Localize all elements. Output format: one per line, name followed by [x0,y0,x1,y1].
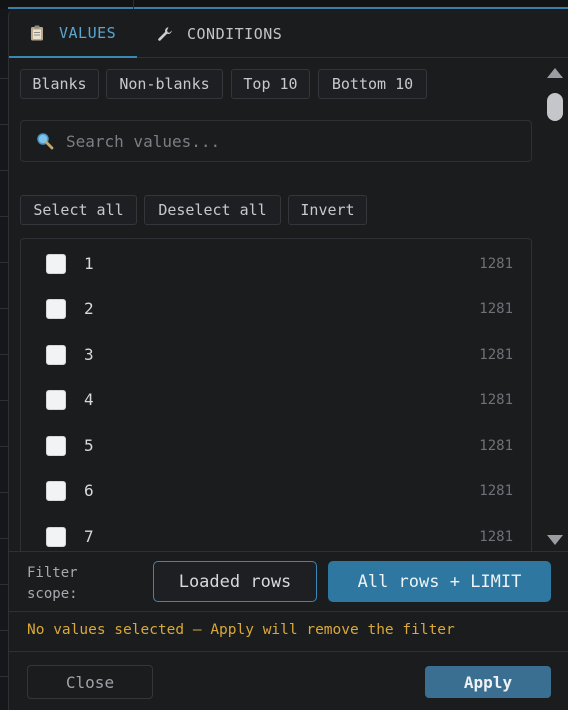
grid-line [0,216,8,217]
value-label: 6 [84,481,94,500]
values-scroll-area: Blanks Non-blanks Top 10 Bottom 10 Selec… [9,58,539,551]
grid-line [0,446,8,447]
clipboard-icon [29,25,45,41]
value-checkbox[interactable] [46,253,66,274]
vertical-scrollbar[interactable] [542,58,568,551]
tab-bar: VALUES CONDITIONS [9,10,568,58]
value-count: 1281 [479,346,513,363]
value-count: 1281 [479,437,513,454]
list-item[interactable]: 1 1281 [21,241,531,286]
search-input[interactable] [66,131,506,151]
grid-line [0,584,8,585]
grid-line [0,262,8,263]
list-item[interactable]: 7 1281 [21,514,531,551]
loaded-rows-button[interactable]: Loaded rows [153,561,317,602]
list-item[interactable]: 6 1281 [21,468,531,513]
value-checkbox[interactable] [46,344,66,365]
values-list: 1 1281 2 1281 3 1281 4 1281 5 1281 6 128… [20,238,532,551]
value-count: 1281 [479,528,513,545]
wrench-icon [157,26,173,42]
tab-values-label: VALUES [59,24,117,42]
grid-line [0,124,8,125]
grid-line [0,354,8,355]
blanks-button[interactable]: Blanks [20,69,99,99]
grid-line [0,676,8,677]
filter-scope-section: Filter scope: Loaded rows All rows + LIM… [9,551,568,612]
scrollbar-thumb[interactable] [547,93,563,121]
select-all-button[interactable]: Select all [20,195,137,225]
value-label: 5 [84,436,94,455]
search-box [20,120,532,162]
grid-line [0,170,8,171]
value-checkbox[interactable] [46,298,66,319]
background-header-strip [0,0,568,9]
invert-button[interactable]: Invert [288,195,367,225]
value-label: 4 [84,390,94,409]
filter-panel: VALUES CONDITIONS Blanks Non-blanks Top … [8,10,568,710]
deselect-all-button[interactable]: Deselect all [144,195,281,225]
all-rows-limit-button[interactable]: All rows + LIMIT [328,561,551,602]
value-count: 1281 [479,482,513,499]
value-count: 1281 [479,255,513,272]
top-10-button[interactable]: Top 10 [231,69,310,99]
tab-values[interactable]: VALUES [9,10,137,58]
background-accent-line [8,7,568,9]
filter-scope-label: Filter scope: [27,565,78,602]
close-button[interactable]: Close [27,665,153,699]
tab-conditions-label: CONDITIONS [187,25,283,43]
search-icon [36,132,54,150]
bottom-10-button[interactable]: Bottom 10 [318,69,427,99]
list-item[interactable]: 3 1281 [21,332,531,377]
tab-conditions[interactable]: CONDITIONS [157,10,282,58]
scroll-down-arrow-icon[interactable] [547,535,563,545]
value-label: 3 [84,345,94,364]
warning-message: No values selected — Apply will remove t… [27,622,455,638]
value-label: 1 [84,254,94,273]
list-item[interactable]: 5 1281 [21,423,531,468]
background-divider [133,0,134,9]
grid-line [0,308,8,309]
non-blanks-button[interactable]: Non-blanks [106,69,223,99]
value-checkbox[interactable] [46,389,66,410]
scroll-up-arrow-icon[interactable] [547,68,563,78]
panel-footer: Close Apply [9,651,568,710]
grid-line [0,400,8,401]
grid-line [0,492,8,493]
value-label: 2 [84,299,94,318]
apply-button[interactable]: Apply [425,666,551,698]
list-item[interactable]: 4 1281 [21,377,531,422]
grid-line [0,538,8,539]
value-count: 1281 [479,300,513,317]
value-checkbox[interactable] [46,526,66,547]
value-checkbox[interactable] [46,480,66,501]
value-label: 7 [84,527,94,546]
value-checkbox[interactable] [46,435,66,456]
grid-line [0,630,8,631]
grid-line [0,78,8,79]
list-item[interactable]: 2 1281 [21,286,531,331]
value-count: 1281 [479,391,513,408]
